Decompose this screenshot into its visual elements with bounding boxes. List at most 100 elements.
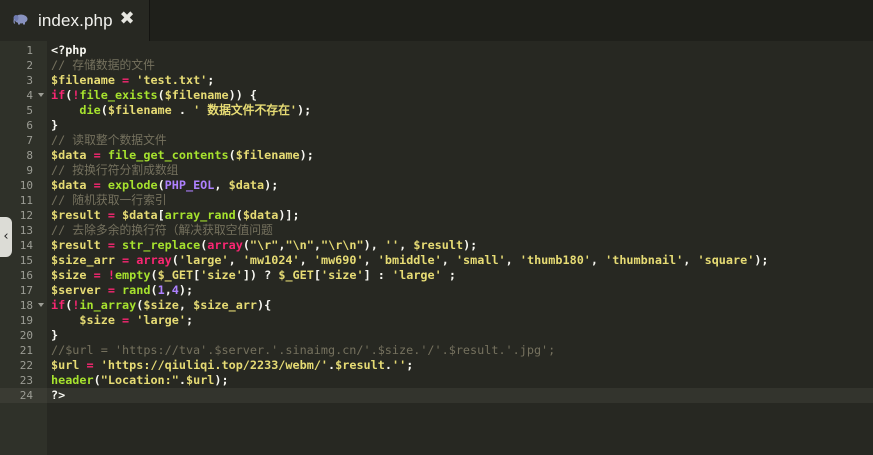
line-number: 16 xyxy=(19,269,33,282)
line-number-cell: 8 xyxy=(0,148,47,163)
code-token: if xyxy=(51,88,66,102)
code-token: $data xyxy=(122,208,158,222)
code-token: $data xyxy=(242,208,279,222)
code-line[interactable]: 8 $data = file_get_contents($filename); xyxy=(0,148,873,163)
line-number: 17 xyxy=(19,284,33,297)
code-token: $filename xyxy=(51,73,115,87)
code-token: ); xyxy=(754,253,769,267)
code-token: "\r" xyxy=(249,238,279,252)
code-line[interactable]: 14 $result = str_replace(array("\r","\n",… xyxy=(0,238,873,253)
code-token: 1 xyxy=(157,283,165,297)
code-token: ; xyxy=(185,313,194,327)
code-line[interactable]: 18 if(!in_array($size, $size_arr){ xyxy=(0,298,873,313)
code-line[interactable]: 11 // 随机获取一行索引 xyxy=(0,193,873,208)
code-line[interactable]: 2 // 存储数据的文件 xyxy=(0,58,873,73)
code-token: 'thumbnail' xyxy=(605,253,684,267)
code-token: $data xyxy=(228,178,265,192)
code-token: ( xyxy=(235,208,243,222)
code-token: . xyxy=(178,373,186,387)
code-line[interactable]: 23 header("Location:".$url); xyxy=(0,373,873,388)
code-token: str_replace xyxy=(122,238,201,252)
code-token: $url xyxy=(185,373,215,387)
code-line[interactable]: 16 $size = !empty($_GET['size']) ? $_GET[… xyxy=(0,268,873,283)
code-token: array xyxy=(207,238,243,252)
code-token: "\r\n" xyxy=(320,238,364,252)
fold-arrow-icon[interactable] xyxy=(38,93,44,97)
code-text: $size = 'large'; xyxy=(47,313,873,328)
fold-arrow-icon[interactable] xyxy=(38,303,44,307)
code-token: $data xyxy=(51,148,87,162)
code-line[interactable]: 12 $result = $data[array_rand($data)]; xyxy=(0,208,873,223)
code-line[interactable]: 13 // 去除多余的换行符（解决获取空值问题 xyxy=(0,223,873,238)
code-token: , xyxy=(590,253,606,267)
code-token: in_array xyxy=(79,298,137,312)
code-token: //$url = 'https://tva'.$server.'.sinaimg… xyxy=(51,343,556,357)
code-token: // 按换行符分割成数组 xyxy=(51,163,179,177)
close-icon[interactable]: ✖ xyxy=(118,9,136,29)
code-line[interactable]: 22 $url = 'https://qiuliqi.top/2233/webm/… xyxy=(0,358,873,373)
code-token: $_GET xyxy=(278,268,314,282)
code-text: $filename = 'test.txt'; xyxy=(47,73,873,88)
code-token: , xyxy=(164,283,172,297)
tab-index-php[interactable]: index.php ✖ xyxy=(0,0,150,41)
code-token: ; xyxy=(207,73,215,87)
line-number-cell: 10 xyxy=(0,178,47,193)
code-token: file_exists xyxy=(79,88,158,102)
code-token: ( xyxy=(242,238,250,252)
code-token: ( xyxy=(157,178,165,192)
line-number: 9 xyxy=(26,164,33,177)
code-token: $data xyxy=(51,178,87,192)
code-line[interactable]: 10 $data = explode(PHP_EOL, $data); xyxy=(0,178,873,193)
code-token: , xyxy=(363,253,378,267)
code-text: if(!in_array($size, $size_arr){ xyxy=(47,298,873,313)
code-token: , xyxy=(313,238,321,252)
code-line[interactable]: 19 $size = 'large'; xyxy=(0,313,873,328)
code-token: ); xyxy=(463,238,478,252)
code-editor[interactable]: 1 <?php 2 // 存储数据的文件 3 $filename = 'test.txt'… xyxy=(0,41,873,455)
code-token: $url xyxy=(51,358,80,372)
code-token: , xyxy=(214,178,229,192)
code-token: "\n" xyxy=(285,238,314,252)
line-number: 23 xyxy=(19,374,33,387)
code-line[interactable]: 5 die($filename . ' 数据文件不存在'); xyxy=(0,103,873,118)
code-token: ); xyxy=(296,103,312,117)
code-token: ( xyxy=(171,253,179,267)
code-token: // 去除多余的换行符（解决获取空值问题 xyxy=(51,223,273,237)
code-token: , xyxy=(228,253,243,267)
collapse-panel-handle[interactable]: ‹ xyxy=(0,217,12,257)
code-text: $data = explode(PHP_EOL, $data); xyxy=(47,178,873,193)
code-line[interactable]: 3 $filename = 'test.txt'; xyxy=(0,73,873,88)
code-token: $filename xyxy=(107,103,172,117)
code-token: 'size' xyxy=(320,268,364,282)
code-line[interactable]: 1 <?php xyxy=(0,43,873,58)
line-number-cell: 20 xyxy=(0,328,47,343)
code-token: '' xyxy=(384,238,400,252)
code-line[interactable]: 15 $size_arr = array('large', 'mw1024', '… xyxy=(0,253,873,268)
code-line[interactable]: 7 // 读取整个数据文件 xyxy=(0,133,873,148)
code-line[interactable]: 6} xyxy=(0,118,873,133)
code-line[interactable]: 20} xyxy=(0,328,873,343)
line-number: 1 xyxy=(26,44,33,57)
code-text: $result = str_replace(array("\r","\n","\… xyxy=(47,238,873,253)
line-number: 24 xyxy=(19,389,33,402)
line-number-cell: 21 xyxy=(0,343,47,358)
code-token: 'square' xyxy=(697,253,755,267)
line-number-cell: 6 xyxy=(0,118,47,133)
code-line[interactable]: 17 $server = rand(1,4); xyxy=(0,283,873,298)
line-number-cell: 7 xyxy=(0,133,47,148)
code-token: 'mw690' xyxy=(313,253,364,267)
line-number-cell: 23 xyxy=(0,373,47,388)
line-number: 19 xyxy=(19,314,33,327)
code-token: $size_arr xyxy=(51,253,115,267)
code-line[interactable]: 9 // 按换行符分割成数组 xyxy=(0,163,873,178)
code-token: $size xyxy=(143,298,179,312)
code-line[interactable]: 24 ?> xyxy=(0,388,873,403)
code-line[interactable]: 4 if(!file_exists($filename)) { xyxy=(0,88,873,103)
code-line[interactable]: 21 //$url = 'https://tva'.$server.'.sinai… xyxy=(0,343,873,358)
